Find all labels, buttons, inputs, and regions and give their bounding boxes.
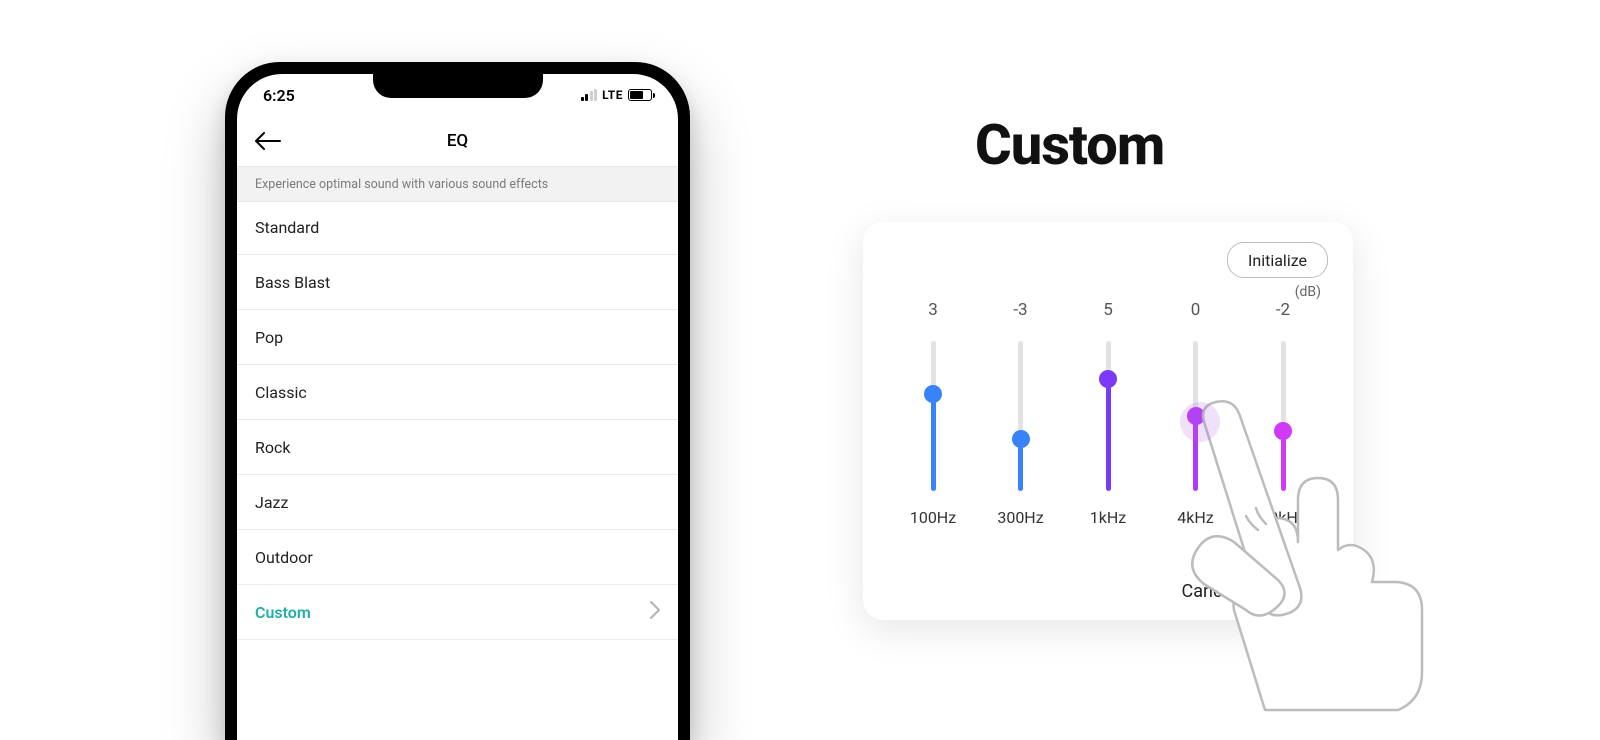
- eq-sliders: 3 100Hz -3 300Hz 5 1kHz 0 4kHz -2 10kHz: [903, 300, 1313, 530]
- eq-preset-standard[interactable]: Standard: [237, 200, 678, 255]
- eq-slider-1khz[interactable]: 5 1kHz: [1078, 300, 1138, 530]
- eq-preset-label: Standard: [255, 218, 319, 237]
- slider-value: 5: [1103, 300, 1113, 324]
- clock-label: 6:25: [263, 86, 295, 105]
- slider-knob[interactable]: [1099, 370, 1117, 388]
- eq-preset-outdoor[interactable]: Outdoor: [237, 530, 678, 585]
- slider-knob[interactable]: [1012, 430, 1030, 448]
- card-actions: Cancel OK: [1182, 581, 1315, 602]
- cancel-button[interactable]: Cancel: [1182, 581, 1237, 602]
- custom-eq-card: Initialize (dB) 3 100Hz -3 300Hz 5 1kHz 0 4kHz -…: [863, 222, 1353, 620]
- unit-hz-label: (Hz): [1294, 536, 1321, 552]
- eq-preset-label: Classic: [255, 383, 307, 402]
- slider-track[interactable]: [991, 324, 1051, 508]
- eq-preset-label: Outdoor: [255, 548, 313, 567]
- initialize-label: Initialize: [1248, 251, 1307, 270]
- slider-track[interactable]: [1078, 324, 1138, 508]
- battery-icon: [628, 89, 652, 101]
- eq-preset-label: Jazz: [255, 493, 288, 512]
- slider-track[interactable]: [1253, 324, 1313, 508]
- slider-track[interactable]: [1166, 324, 1226, 508]
- eq-preset-label: Pop: [255, 328, 283, 347]
- slider-value: 3: [928, 300, 938, 324]
- back-icon[interactable]: [255, 132, 281, 150]
- page-title: EQ: [237, 131, 678, 151]
- slider-freq-label: 10kHz: [1260, 508, 1305, 530]
- eq-slider-4khz[interactable]: 0 4kHz: [1166, 300, 1226, 530]
- slider-freq-label: 4kHz: [1177, 508, 1213, 530]
- initialize-button[interactable]: Initialize: [1227, 242, 1328, 278]
- eq-preset-label: Rock: [255, 438, 290, 457]
- phone-screen: 6:25 LTE EQ Experience optimal sound wit…: [237, 74, 678, 740]
- slider-value: -2: [1276, 300, 1290, 324]
- eq-slider-100hz[interactable]: 3 100Hz: [903, 300, 963, 530]
- slider-freq-label: 100Hz: [910, 508, 956, 530]
- phone-frame: 6:25 LTE EQ Experience optimal sound wit…: [225, 62, 690, 740]
- eq-slider-10khz[interactable]: -2 10kHz: [1253, 300, 1313, 530]
- network-label: LTE: [602, 88, 623, 102]
- eq-preset-classic[interactable]: Classic: [237, 365, 678, 420]
- signal-icon: [581, 89, 598, 101]
- slider-value: -3: [1013, 300, 1027, 324]
- phone-notch: [373, 74, 543, 98]
- status-right: LTE: [581, 88, 652, 102]
- eq-preset-list: Standard Bass Blast Pop Classic Rock Jazz Outd…: [237, 200, 678, 740]
- eq-preset-label: Custom: [255, 603, 311, 622]
- eq-preset-pop[interactable]: Pop: [237, 310, 678, 365]
- slider-freq-label: 300Hz: [997, 508, 1043, 530]
- headline: Custom: [975, 112, 1164, 178]
- subtitle-strip: Experience optimal sound with various so…: [237, 166, 678, 202]
- eq-preset-rock[interactable]: Rock: [237, 420, 678, 475]
- slider-knob[interactable]: [1187, 407, 1205, 425]
- unit-db-label: (dB): [1295, 284, 1321, 300]
- slider-value: 0: [1191, 300, 1201, 324]
- subtitle-text: Experience optimal sound with various so…: [255, 177, 548, 192]
- eq-preset-jazz[interactable]: Jazz: [237, 475, 678, 530]
- eq-preset-label: Bass Blast: [255, 273, 330, 292]
- chevron-right-icon: [650, 601, 660, 623]
- eq-preset-custom[interactable]: Custom: [237, 585, 678, 640]
- ok-button[interactable]: OK: [1291, 581, 1315, 602]
- slider-freq-label: 1kHz: [1090, 508, 1126, 530]
- eq-preset-bass-blast[interactable]: Bass Blast: [237, 255, 678, 310]
- screen-header: EQ: [237, 116, 678, 166]
- slider-track[interactable]: [903, 324, 963, 508]
- eq-slider-300hz[interactable]: -3 300Hz: [991, 300, 1051, 530]
- slider-knob[interactable]: [924, 385, 942, 403]
- slider-knob[interactable]: [1274, 422, 1292, 440]
